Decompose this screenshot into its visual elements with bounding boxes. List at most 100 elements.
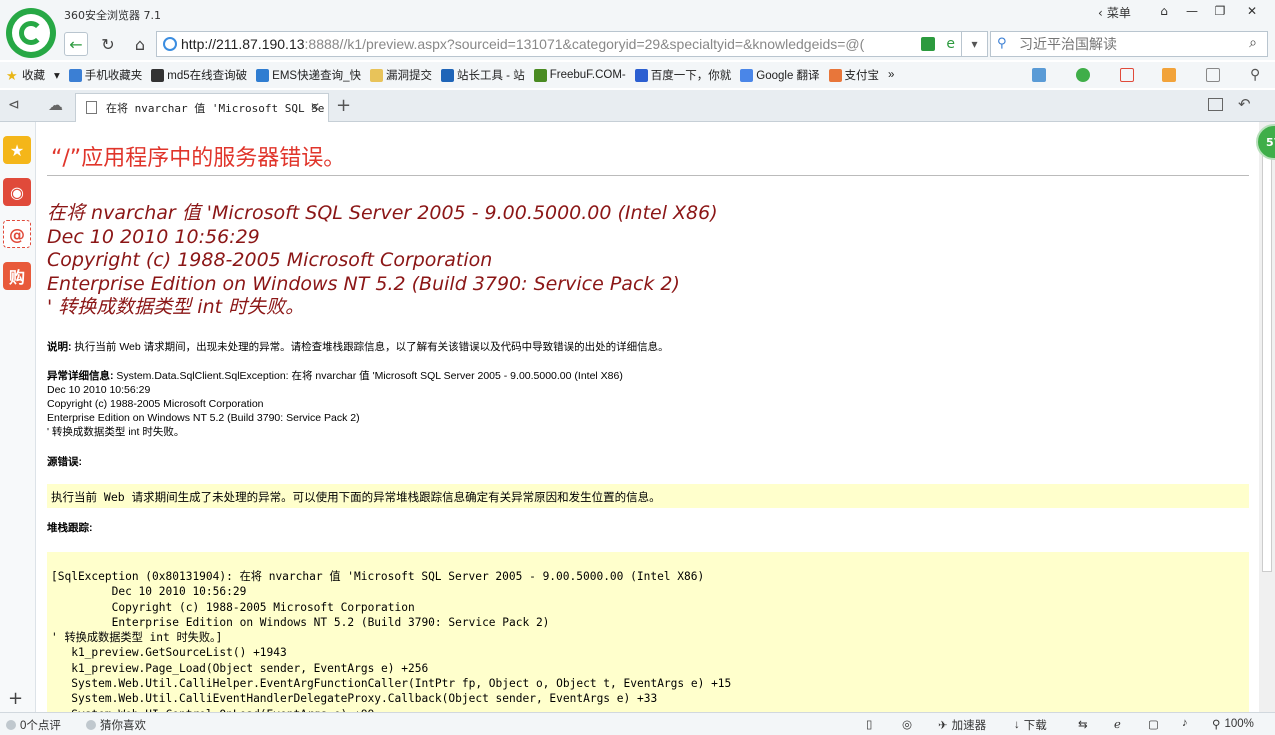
bookmark-item[interactable]: 支付宝: [828, 67, 880, 83]
more-bookmarks-button[interactable]: »: [888, 69, 894, 81]
window-icon[interactable]: ▢: [1148, 717, 1159, 731]
double-chevron-right-icon: »: [888, 69, 895, 81]
mail-icon[interactable]: @: [3, 220, 31, 248]
add-sidebar-icon[interactable]: +: [8, 688, 23, 709]
bookmark-item[interactable]: 漏洞提交: [369, 67, 432, 83]
security-icon[interactable]: [1076, 68, 1090, 82]
bookmark-item[interactable]: md5在线查询破: [151, 67, 247, 83]
bookmark-label: Google 翻译: [756, 70, 820, 82]
close-button[interactable]: ✕: [1238, 0, 1266, 22]
alipay-icon: [828, 68, 842, 82]
search-box: ⚲ ⌕: [990, 31, 1268, 57]
bookmark-item[interactable]: 手机收藏夹: [68, 67, 143, 83]
url-dropdown-button[interactable]: ▾: [962, 31, 988, 57]
bookmark-label: EMS快递查询_快: [272, 70, 361, 82]
qr-icon[interactable]: [921, 37, 935, 51]
apps-icon[interactable]: [1032, 68, 1046, 82]
url-path: :8888//k1/preview.aspx?sourceid=131071&c…: [304, 36, 865, 52]
bookmark-item[interactable]: 百度一下，你就: [634, 67, 731, 83]
zoom-icon: ⚲: [1212, 719, 1221, 731]
bookmark-item[interactable]: 站长工具 - 站: [440, 67, 525, 83]
download-button[interactable]: ↓ 下载: [1014, 717, 1047, 733]
sidebar-toggle-icon[interactable]: ⊲: [8, 97, 20, 113]
bookmarks-bar: ★ 收藏 ▾ 手机收藏夹 md5在线查询破 EMS快递查询_快 漏洞提交 站长工具 …: [0, 62, 1275, 88]
back-button[interactable]: ←: [64, 32, 88, 56]
error-message: 在将 nvarchar 值 'Microsoft SQL Server 2005…: [47, 202, 718, 318]
tab-close-icon[interactable]: ✕: [310, 100, 320, 114]
home-button[interactable]: ⌂: [128, 32, 152, 56]
bookmark-label: FreebuF.COM-: [549, 69, 626, 81]
shopping-icon[interactable]: 购: [3, 262, 31, 290]
source-error-label: 源错误:: [47, 456, 82, 468]
page-icon: [163, 37, 177, 51]
undo-close-icon[interactable]: ↶: [1238, 95, 1251, 113]
favorites-sidebar-icon[interactable]: ★: [3, 136, 31, 164]
comments-status[interactable]: 0个点评: [6, 717, 61, 733]
network-icon[interactable]: ◎: [902, 717, 912, 731]
star-icon: ★: [6, 67, 18, 83]
search-icon[interactable]: ⌕: [1249, 35, 1257, 51]
comment-icon: [6, 720, 16, 730]
download-icon: ↓: [1014, 719, 1020, 731]
mobile-icon[interactable]: ▯: [866, 717, 872, 731]
url-field[interactable]: http://211.87.190.13:8888//k1/preview.as…: [156, 31, 962, 57]
bookmark-favorites[interactable]: ★ 收藏 ▾: [6, 67, 60, 83]
description-text: 执行当前 Web 请求期间，出现未处理的异常。请检查堆栈跟踪信息，以了解有关该错…: [71, 341, 669, 353]
search-input[interactable]: [1019, 36, 1229, 52]
grid-icon: [151, 68, 165, 82]
accelerator-label: 加速器: [951, 720, 987, 732]
guess-status[interactable]: 猜你喜欢: [86, 717, 146, 733]
skin-button[interactable]: ⌂: [1150, 0, 1178, 22]
bookmark-label: 支付宝: [844, 70, 880, 82]
minimize-button[interactable]: —: [1178, 0, 1206, 22]
guess-label: 猜你喜欢: [100, 720, 146, 732]
ie-status-icon[interactable]: ℯ: [1114, 717, 1121, 731]
maximize-button[interactable]: ❐: [1206, 0, 1234, 22]
download-label: 下载: [1023, 720, 1047, 732]
phone-icon: [68, 68, 82, 82]
refresh-icon: ↻: [101, 34, 115, 54]
screenshot-icon[interactable]: [1206, 68, 1220, 82]
browser-logo[interactable]: [6, 8, 56, 58]
translate-status-icon[interactable]: ⇆: [1078, 717, 1088, 731]
cloud-icon[interactable]: ☁: [48, 96, 63, 114]
accelerator-button[interactable]: ✈ 加速器: [938, 717, 986, 733]
url-text[interactable]: http://211.87.190.13:8888//k1/preview.as…: [181, 36, 921, 52]
ie-mode-icon[interactable]: e: [946, 36, 955, 52]
sound-icon[interactable]: ♪: [1182, 717, 1188, 729]
bookmark-label: 手机收藏夹: [84, 70, 143, 82]
baidu-icon: [634, 68, 648, 82]
arrow-left-icon: ←: [69, 34, 83, 54]
source-error-box: 执行当前 Web 请求期间生成了未处理的异常。可以使用下面的异常堆栈跟踪信息确定…: [47, 484, 1249, 508]
url-host: http://211.87.190.13: [181, 36, 305, 52]
left-sidebar: ★ ◉ @ 购 +: [0, 122, 36, 712]
bookmark-item[interactable]: Google 翻译: [740, 67, 820, 83]
app-title: 360安全浏览器 7.1: [64, 9, 161, 22]
tab-active[interactable]: 在将 nvarchar 值 'Microsoft SQL Se ✕: [75, 93, 329, 122]
heart-icon: [86, 720, 96, 730]
vertical-scrollbar[interactable]: [1259, 122, 1275, 712]
refresh-button[interactable]: ↻: [96, 32, 120, 56]
rocket-icon: ✈: [938, 720, 948, 732]
bookmark-item[interactable]: EMS快递查询_快: [256, 67, 361, 83]
tab-list-icon[interactable]: [1208, 98, 1223, 111]
bookmark-label: 收藏: [22, 70, 45, 82]
scroll-thumb[interactable]: [1262, 142, 1272, 572]
new-tab-button[interactable]: +: [336, 95, 351, 116]
extension-icon[interactable]: [1162, 68, 1176, 82]
chevron-left-icon: ‹: [1098, 5, 1103, 20]
zoom-label: 100%: [1224, 718, 1254, 730]
close-icon: ✕: [1246, 4, 1258, 18]
translate-tool-icon[interactable]: [1120, 68, 1134, 82]
zoom-tool-icon[interactable]: ⚲: [1250, 66, 1260, 83]
search-engine-icon[interactable]: ⚲: [997, 36, 1007, 51]
translate-icon: [740, 68, 754, 82]
description-block: 说明: 执行当前 Web 请求期间，出现未处理的异常。请检查堆栈跟踪信息，以了解…: [47, 340, 669, 354]
zoom-status[interactable]: ⚲ 100%: [1212, 717, 1254, 731]
menu-button[interactable]: ‹ 菜单: [1098, 4, 1131, 21]
bookmark-item[interactable]: FreebuF.COM-: [533, 68, 626, 82]
status-bar: 0个点评 猜你喜欢 ▯ ◎ ✈ 加速器 ↓ 下载 ⇆ ℯ ▢ ♪ ⚲ 100%: [0, 712, 1275, 735]
comments-label: 0个点评: [20, 720, 61, 732]
weibo-icon[interactable]: ◉: [3, 178, 31, 206]
chevron-down-icon: ▾: [971, 37, 978, 51]
